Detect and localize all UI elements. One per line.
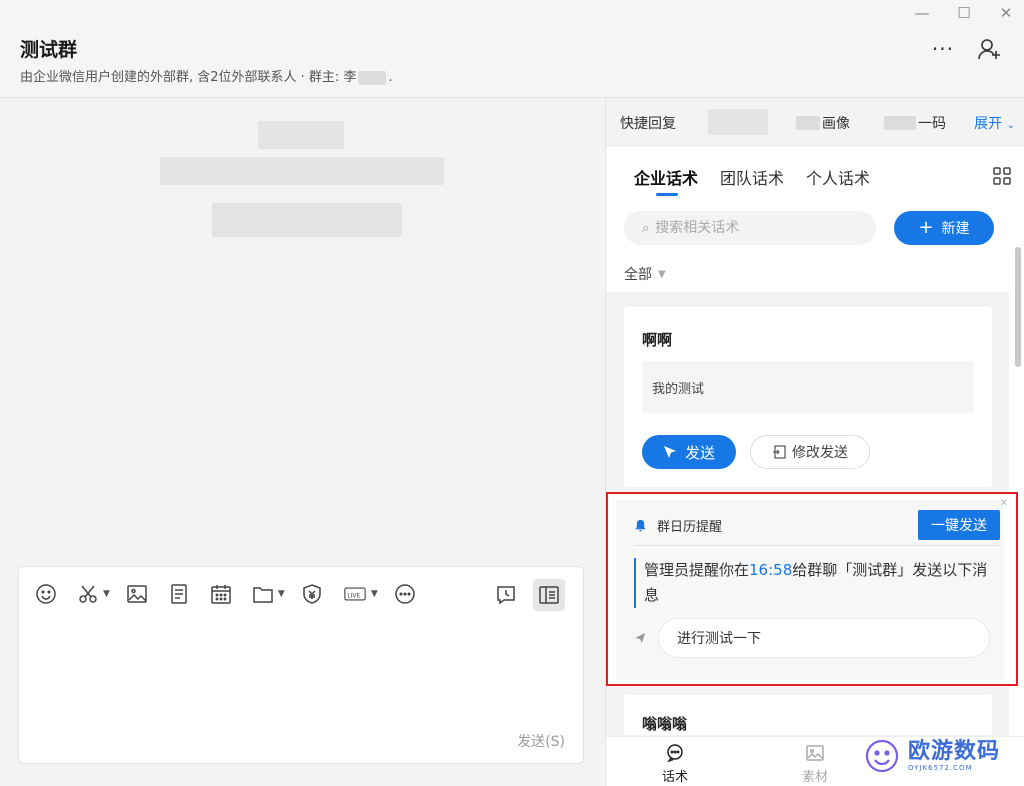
cursor-icon <box>663 446 676 458</box>
chevron-down-icon[interactable]: ▼ <box>103 589 110 599</box>
add-member-icon[interactable] <box>976 36 1002 62</box>
calendar-reminder-card: 群日历提醒 一键发送 ✕ 管理员提醒你在16:58给群聊「测试群」发送以下消息 … <box>616 498 1008 680</box>
reminder-time: 16:58 <box>749 561 793 579</box>
plus-icon: + <box>918 217 934 238</box>
nav-scripts[interactable]: 话术 <box>662 743 688 785</box>
chat-header: 测试群 由企业微信用户创建的外部群, 含2位外部联系人 · 群主: 李. ··· <box>0 0 1024 98</box>
bell-icon <box>635 519 646 532</box>
document-icon[interactable] <box>166 581 192 607</box>
close-icon[interactable]: ✕ <box>996 4 1016 22</box>
qrcode-tab[interactable]: 一码 <box>882 113 946 133</box>
script-tabs: 企业话术 团队话术 个人话术 <box>634 165 870 196</box>
grid-view-icon[interactable] <box>993 167 1011 185</box>
scrollbar[interactable] <box>1015 247 1021 367</box>
send-button[interactable]: 发送(S) <box>517 731 565 751</box>
script-title: 嗡嗡嗡 <box>642 715 688 733</box>
more-options-icon[interactable]: ··· <box>932 37 954 61</box>
chat-subtitle: 由企业微信用户创建的外部群, 含2位外部联系人 · 群主: 李. <box>20 66 393 85</box>
chat-messages-area <box>0 99 604 559</box>
nav-materials[interactable]: 素材 <box>802 743 828 785</box>
minimize-icon[interactable]: — <box>912 4 932 22</box>
screenshot-icon[interactable] <box>75 581 101 607</box>
calendar-reminder-highlight: 群日历提醒 一键发送 ✕ 管理员提醒你在16:58给群聊「测试群」发送以下消息 … <box>606 492 1018 686</box>
portrait-tab[interactable]: 画像 <box>794 113 850 133</box>
reminder-message: 进行测试一下 <box>658 618 990 658</box>
calendar-icon[interactable] <box>208 581 234 607</box>
scripts-panel: 企业话术 团队话术 个人话术 ⌕ + 新建 全部 ▼ 啊啊 我的测试 发送 <box>606 147 1024 786</box>
chat-bubble-icon <box>667 744 683 763</box>
quick-bar: 快捷回复 画像 一码 展开 ⌄ <box>606 99 1024 147</box>
subtitle-end: . <box>388 70 393 85</box>
watermark-url: OYJK6572.COM <box>907 764 973 772</box>
redacted-message <box>160 157 444 185</box>
emoji-icon[interactable] <box>33 581 59 607</box>
image-icon[interactable] <box>124 581 150 607</box>
tab-team-scripts[interactable]: 团队话术 <box>720 165 784 189</box>
divider <box>634 545 1000 546</box>
category-filter[interactable]: 全部 ▼ <box>624 264 666 284</box>
folder-icon[interactable] <box>250 581 276 607</box>
message-composer[interactable]: ▼ ▼ LIVE ▼ 发送(S) <box>18 566 584 764</box>
maximize-icon[interactable]: ☐ <box>954 4 974 22</box>
new-script-button[interactable]: + 新建 <box>894 211 994 245</box>
sidebar-toggle-icon[interactable] <box>533 579 565 611</box>
redacted-message <box>212 203 402 237</box>
more-circle-icon[interactable] <box>392 581 418 607</box>
redacted-message <box>258 121 344 149</box>
script-search[interactable]: ⌕ <box>624 211 876 245</box>
red-packet-icon[interactable] <box>299 581 325 607</box>
edit-icon <box>773 445 786 459</box>
chevron-down-icon: ⌄ <box>1006 120 1015 131</box>
reminder-text: 管理员提醒你在16:58给群聊「测试群」发送以下消息 <box>634 558 994 608</box>
chevron-down-icon[interactable]: ▼ <box>371 589 378 599</box>
edit-send-button[interactable]: 修改发送 <box>750 435 870 469</box>
watermark-text: 欧游数码 <box>907 739 1000 764</box>
tab-enterprise-scripts[interactable]: 企业话术 <box>634 165 698 196</box>
redacted-tab <box>708 109 768 135</box>
script-title: 啊啊 <box>642 331 673 349</box>
subtitle-text: 由企业微信用户创建的外部群, 含2位外部联系人 · 群主: 李 <box>20 70 357 85</box>
script-card: 啊啊 我的测试 发送 修改发送 <box>624 307 992 487</box>
chat-title: 测试群 <box>20 39 78 61</box>
redacted-tab-prefix <box>796 116 820 130</box>
image-icon <box>806 745 824 761</box>
reminder-title: 群日历提醒 <box>657 520 723 535</box>
chat-history-icon[interactable] <box>493 582 519 608</box>
search-icon: ⌕ <box>642 220 650 236</box>
send-arrow-icon <box>635 633 645 643</box>
window-controls: — ☐ ✕ <box>912 4 1016 22</box>
watermark-logo-icon <box>865 739 899 773</box>
script-content: 我的测试 <box>642 361 974 413</box>
redacted-tab-prefix <box>884 116 916 130</box>
watermark: 欧游数码 OYJK6572.COM <box>862 736 1000 776</box>
tab-personal-scripts[interactable]: 个人话术 <box>806 165 870 189</box>
assistant-sidebar: 快捷回复 画像 一码 展开 ⌄ 企业话术 团队话术 个人话术 ⌕ + 新建 全部… <box>605 99 1024 786</box>
svg-text:LIVE: LIVE <box>347 593 360 599</box>
live-icon[interactable]: LIVE <box>341 581 369 607</box>
chevron-down-icon[interactable]: ▼ <box>278 589 285 599</box>
composer-toolbar: ▼ ▼ LIVE ▼ <box>33 579 573 611</box>
script-card: 嗡嗡嗡 <box>624 695 992 735</box>
expand-button[interactable]: 展开 ⌄ <box>974 113 1015 133</box>
one-click-send-button[interactable]: 一键发送 <box>918 510 1000 540</box>
caret-down-icon: ▼ <box>658 268 666 280</box>
quick-reply-tab[interactable]: 快捷回复 <box>620 113 676 133</box>
redacted-name <box>358 70 387 85</box>
search-input[interactable] <box>655 220 856 236</box>
close-icon[interactable]: ✕ <box>1000 498 1008 509</box>
send-script-button[interactable]: 发送 <box>642 435 736 469</box>
